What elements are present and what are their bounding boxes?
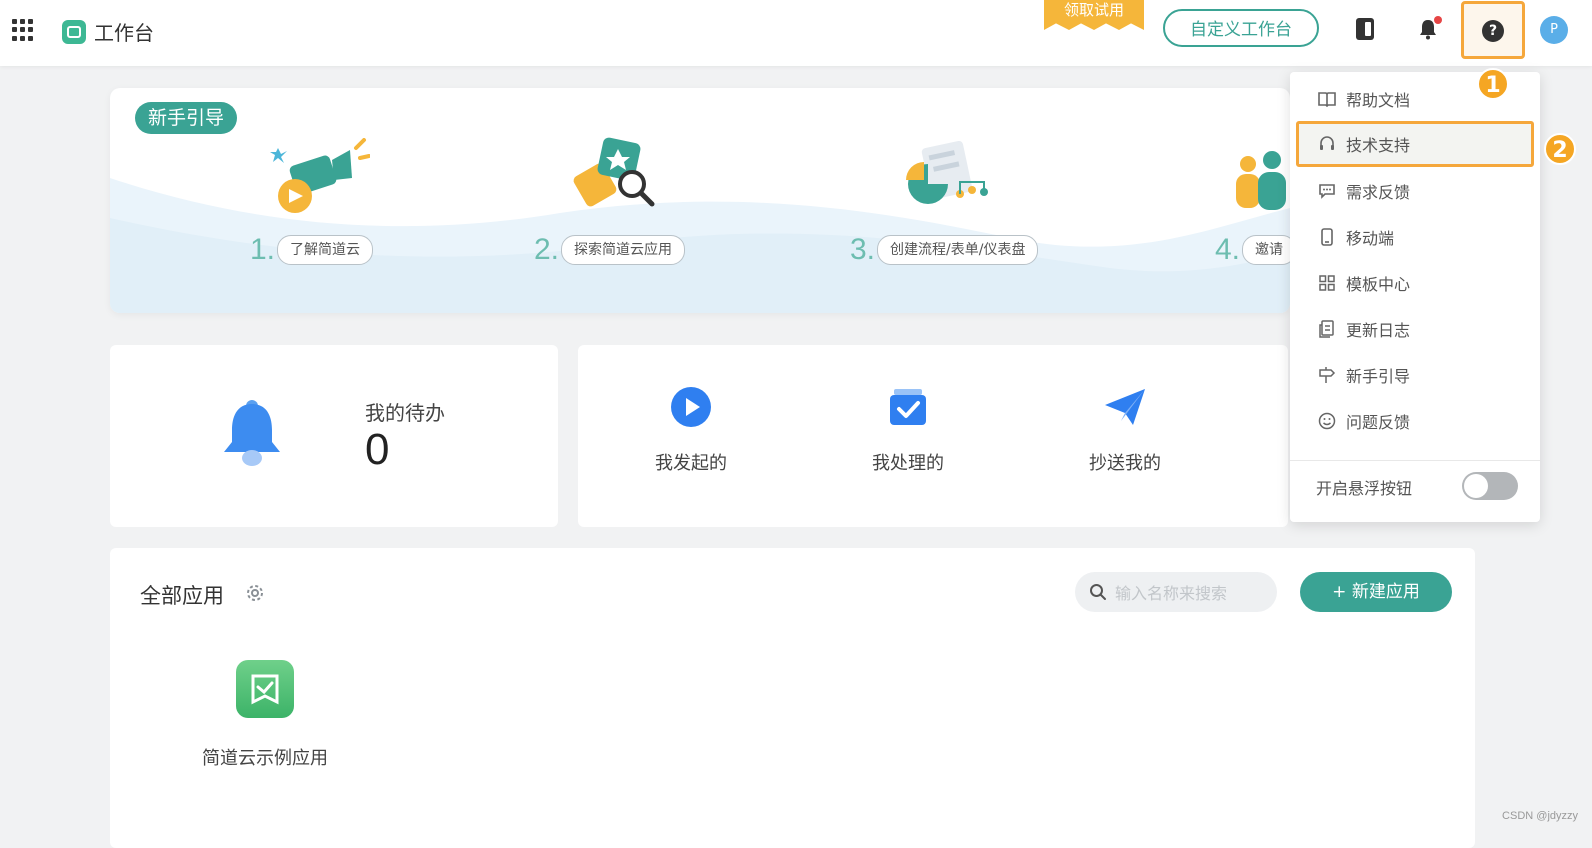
workspace-brand[interactable]: 工作台	[62, 17, 154, 46]
guide-step-label[interactable]: 了解简道云	[277, 235, 374, 265]
paper-plane-icon	[1105, 389, 1145, 425]
all-apps-section: 全部应用 + 新建应用 简道云示例应用	[110, 548, 1475, 848]
notebook-icon[interactable]	[1356, 18, 1374, 40]
flow-label: 我处理的	[872, 453, 944, 474]
guide-step-number: 1.	[250, 233, 276, 266]
guide-step-1[interactable]: 1. 了解简道云	[250, 233, 374, 267]
create-form-icon	[906, 140, 988, 204]
flow-label: 抄送我的	[1089, 453, 1161, 474]
workflow-shortcuts-card: 我发起的 我处理的 抄送我的	[578, 345, 1288, 527]
floating-button-toggle-label: 开启悬浮按钮	[1316, 479, 1413, 498]
signpost-icon	[1316, 364, 1338, 386]
guide-step-4[interactable]: 4. 邀请	[1215, 233, 1290, 267]
settings-gear-icon[interactable]	[244, 582, 266, 604]
help-menu-item-mobile[interactable]: 移动端	[1296, 214, 1534, 260]
message-icon	[1316, 180, 1338, 202]
cc-to-me-shortcut[interactable]: 抄送我的	[1065, 387, 1185, 475]
app-tile[interactable]: 简道云示例应用	[180, 660, 350, 770]
todo-label: 我的待办	[365, 401, 445, 425]
help-button-highlight[interactable]: ?	[1461, 1, 1525, 59]
invite-members-icon	[1236, 151, 1286, 210]
help-menu-label: 问题反馈	[1346, 413, 1411, 432]
help-menu-label: 帮助文档	[1346, 91, 1411, 110]
guide-step-label[interactable]: 邀请	[1242, 235, 1290, 265]
menu-divider	[1290, 460, 1540, 461]
app-grid-icon[interactable]	[12, 19, 34, 41]
play-circle-icon	[671, 387, 711, 427]
initiated-by-me-shortcut[interactable]: 我发起的	[631, 387, 751, 475]
help-menu-item-templates[interactable]: 模板中心	[1296, 260, 1534, 306]
help-menu-item-changelog[interactable]: 更新日志	[1296, 306, 1534, 352]
annotation-marker-1: 1	[1477, 68, 1509, 100]
task-check-icon	[890, 389, 926, 425]
annotation-marker-2: 2	[1544, 133, 1576, 165]
smile-icon	[1316, 410, 1338, 432]
guide-tag: 新手引导	[135, 102, 238, 134]
my-todo-card[interactable]: 我的待办 0	[110, 345, 558, 527]
help-menu-item-feedback[interactable]: 需求反馈	[1296, 168, 1534, 214]
log-icon	[1316, 318, 1338, 340]
guide-step-number: 3.	[850, 233, 876, 266]
app-search-field[interactable]	[1075, 572, 1277, 614]
app-name: 简道云示例应用	[202, 748, 328, 769]
workspace-logo-icon	[62, 19, 86, 44]
book-icon	[1316, 88, 1338, 110]
notification-bell-icon[interactable]	[1418, 16, 1442, 40]
video-camera-icon	[270, 138, 370, 213]
grid-icon	[1316, 272, 1338, 294]
guide-step-label[interactable]: 探索简道云应用	[561, 235, 686, 265]
help-menu-label: 移动端	[1346, 229, 1395, 248]
help-menu-item-support[interactable]: 技术支持	[1296, 121, 1534, 167]
app-title: 工作台	[94, 21, 154, 45]
guide-step-2[interactable]: 2. 探索简道云应用	[534, 233, 686, 267]
trial-ribbon[interactable]: 领取试用	[1044, 0, 1144, 30]
sample-app-icon	[236, 660, 294, 718]
help-menu-label: 新手引导	[1346, 367, 1411, 386]
help-menu-label: 技术支持	[1346, 136, 1411, 155]
todo-bell-icon	[224, 400, 280, 466]
unread-dot	[1434, 16, 1442, 24]
all-apps-title: 全部应用	[140, 584, 224, 608]
todo-count: 0	[365, 425, 390, 474]
help-dropdown-menu: 帮助文档 技术支持 需求反馈 移动端 模板中心 更新日志 新手引导 问题反馈 开…	[1290, 72, 1540, 522]
floating-button-toggle[interactable]	[1462, 472, 1518, 500]
top-bar: 工作台 领取试用 自定义工作台 ? P	[0, 0, 1592, 66]
guide-step-label[interactable]: 创建流程/表单/仪表盘	[877, 235, 1039, 265]
new-user-guide-panel: 新手引导 1. 了解简道云 2. 探索简道云应用 3. 创建流程/表单/仪表盘 …	[110, 88, 1290, 313]
avatar[interactable]: P	[1540, 16, 1568, 44]
flow-label: 我发起的	[655, 453, 727, 474]
guide-step-3[interactable]: 3. 创建流程/表单/仪表盘	[850, 233, 1039, 267]
mobile-icon	[1316, 226, 1338, 248]
customize-workspace-button[interactable]: 自定义工作台	[1163, 9, 1319, 47]
handled-by-me-shortcut[interactable]: 我处理的	[848, 387, 968, 475]
new-app-button[interactable]: + 新建应用	[1300, 572, 1452, 612]
watermark: CSDN @jdyzzy	[1502, 810, 1578, 822]
help-menu-label: 需求反馈	[1346, 183, 1411, 202]
help-menu-label: 更新日志	[1346, 321, 1411, 340]
help-icon[interactable]: ?	[1482, 20, 1504, 42]
explore-apps-icon	[573, 137, 655, 207]
help-menu-item-issue[interactable]: 问题反馈	[1296, 398, 1534, 444]
help-menu-item-guide[interactable]: 新手引导	[1296, 352, 1534, 398]
headset-icon	[1316, 133, 1338, 155]
search-input[interactable]	[1113, 572, 1267, 614]
guide-step-number: 2.	[534, 233, 560, 266]
guide-step-number: 4.	[1215, 233, 1241, 266]
toggle-knob	[1464, 474, 1488, 498]
help-menu-label: 模板中心	[1346, 275, 1411, 294]
search-icon	[1090, 584, 1106, 600]
